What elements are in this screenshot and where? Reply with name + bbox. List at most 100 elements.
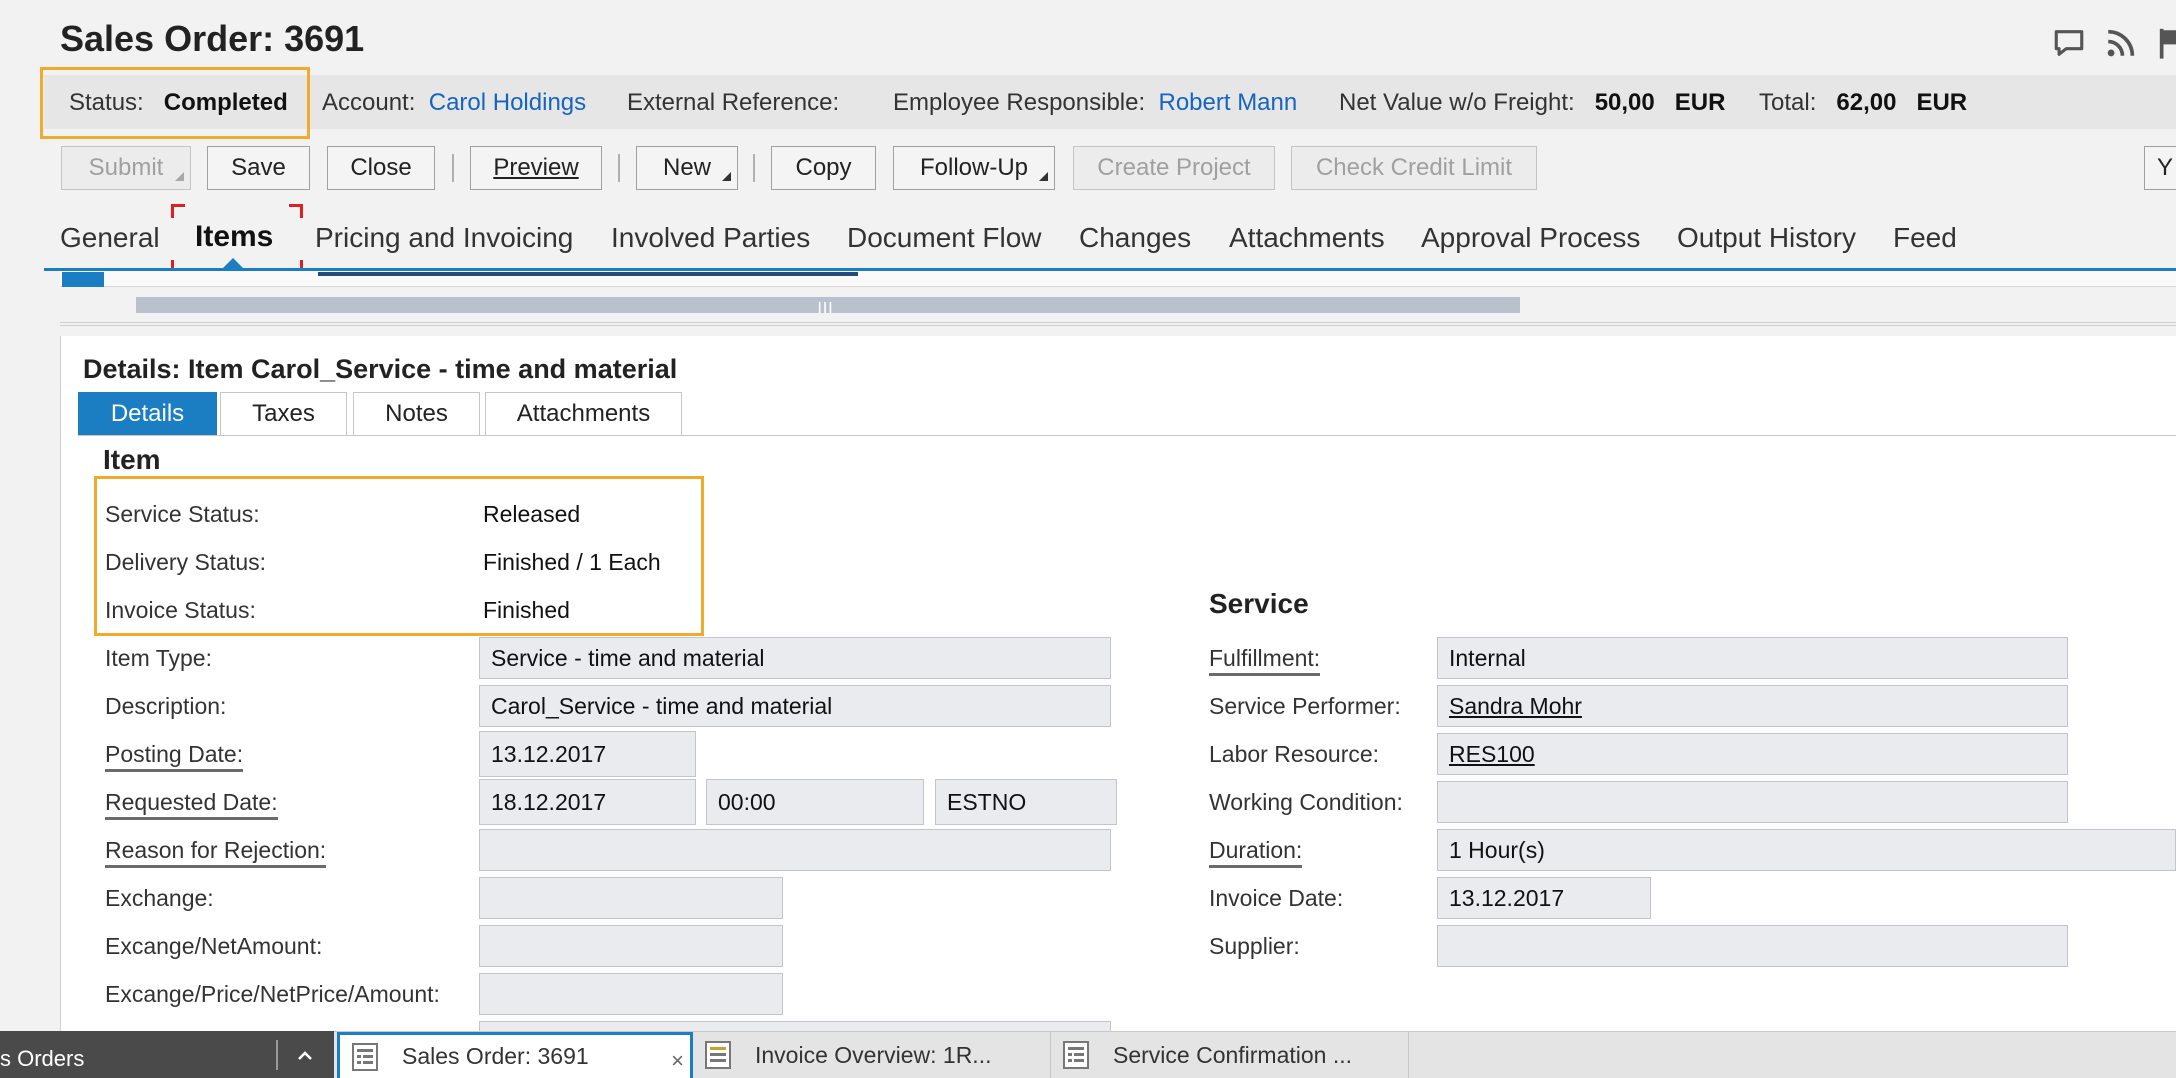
exchange-price-field[interactable] xyxy=(479,973,783,1015)
subtab-notes[interactable]: Notes xyxy=(353,392,480,436)
check-credit-limit-button[interactable]: Check Credit Limit xyxy=(1291,146,1537,190)
details-title: Details: Item Carol_Service - time and m… xyxy=(83,354,678,384)
comment-icon[interactable] xyxy=(2052,26,2086,60)
rejection-reason-label[interactable]: Reason for Rejection: xyxy=(105,837,327,868)
marker-corner xyxy=(289,204,303,218)
item-type-value: Service - time and material xyxy=(491,644,765,671)
document-icon xyxy=(705,1041,731,1069)
total-amount: 62,00 xyxy=(1836,89,1897,116)
account-field: Account: Carol Holdings xyxy=(322,89,586,117)
subtab-underline xyxy=(78,435,2176,436)
description-field[interactable]: Carol_Service - time and material xyxy=(479,685,1111,727)
tab-attachments[interactable]: Attachments xyxy=(1229,222,1385,254)
toolbar-separator xyxy=(753,154,755,182)
preview-button[interactable]: Preview xyxy=(470,146,602,190)
scrollbar-grip-icon[interactable]: ||| xyxy=(818,300,834,314)
duration-field[interactable]: 1 Hour(s) xyxy=(1437,829,2176,871)
document-icon xyxy=(1063,1041,1089,1069)
requested-timezone-field[interactable]: ESTNO xyxy=(935,779,1117,825)
taskbar-tab-invoice-overview[interactable]: Invoice Overview: 1R... xyxy=(693,1032,1051,1078)
posting-date-label[interactable]: Posting Date: xyxy=(105,741,244,772)
new-button[interactable]: New xyxy=(636,146,738,190)
tab-output-history[interactable]: Output History xyxy=(1677,222,1856,254)
save-label: Save xyxy=(231,154,286,181)
employee-link[interactable]: Robert Mann xyxy=(1158,89,1297,116)
tab-document-flow[interactable]: Document Flow xyxy=(847,222,1042,254)
taskbar-home-label[interactable]: s Orders xyxy=(0,1046,84,1072)
create-project-button[interactable]: Create Project xyxy=(1073,146,1275,190)
net-value-field: Net Value w/o Freight: 50,00 EUR xyxy=(1339,89,1725,117)
employee-label: Employee Responsible: xyxy=(893,89,1146,116)
submit-button[interactable]: Submit xyxy=(61,146,191,190)
status-highlight-box xyxy=(40,67,310,139)
tab-feed[interactable]: Feed xyxy=(1893,222,1957,254)
requested-date-label[interactable]: Requested Date: xyxy=(105,789,278,820)
flag-icon[interactable] xyxy=(2156,26,2176,60)
tab-general[interactable]: General xyxy=(60,222,160,254)
exchange-net-amount-field[interactable] xyxy=(479,925,783,967)
page-title: Sales Order: 3691 xyxy=(60,18,365,59)
toolbar-separator xyxy=(618,154,620,182)
labor-resource-label: Labor Resource: xyxy=(1209,741,1380,767)
close-button[interactable]: Close xyxy=(327,146,435,190)
active-tab-caret-icon xyxy=(222,258,244,269)
new-label: New xyxy=(662,154,711,181)
service-performer-link[interactable]: Sandra Mohr xyxy=(1449,693,1582,720)
subtab-details[interactable]: Details xyxy=(78,392,217,436)
tab-pricing-and-invoicing[interactable]: Pricing and Invoicing xyxy=(315,222,573,254)
submit-dropdown-icon xyxy=(175,172,184,181)
external-reference-field: External Reference: xyxy=(627,89,839,117)
rss-icon[interactable] xyxy=(2104,26,2138,60)
supplier-label: Supplier: xyxy=(1209,933,1300,959)
description-label: Description: xyxy=(105,693,227,719)
fulfillment-label[interactable]: Fulfillment: xyxy=(1209,645,1321,676)
close-icon[interactable]: × xyxy=(671,1048,684,1074)
posting-date-value: 13.12.2017 xyxy=(491,740,607,767)
requested-date-field[interactable]: 18.12.2017 xyxy=(479,779,696,825)
marker-corner xyxy=(171,204,185,218)
selected-row-indicator xyxy=(318,272,858,276)
follow-up-button[interactable]: Follow-Up xyxy=(893,146,1055,190)
save-button[interactable]: Save xyxy=(207,146,310,190)
posting-date-field[interactable]: 13.12.2017 xyxy=(479,731,696,777)
item-type-field[interactable]: Service - time and material xyxy=(479,637,1111,679)
overflow-button[interactable]: Y xyxy=(2144,146,2176,190)
taskbar-tab-service-confirmation[interactable]: Service Confirmation ... xyxy=(1051,1032,1409,1078)
account-label: Account: xyxy=(322,89,416,116)
preview-label: Preview xyxy=(493,154,579,181)
tab-changes[interactable]: Changes xyxy=(1079,222,1191,254)
service-section-heading: Service xyxy=(1209,588,1309,619)
total-field: Total: 62,00 EUR xyxy=(1759,89,1967,117)
taskbar-tab-label: Invoice Overview: 1R... xyxy=(755,1041,992,1068)
exchange-price-label: Excange/Price/NetPrice/Amount: xyxy=(105,981,440,1007)
supplier-field[interactable] xyxy=(1437,925,2068,967)
status-block-highlight-box xyxy=(94,476,704,636)
tab-approval-process[interactable]: Approval Process xyxy=(1421,222,1640,254)
service-performer-field[interactable]: Sandra Mohr xyxy=(1437,685,2068,727)
labor-resource-link[interactable]: RES100 xyxy=(1449,741,1535,768)
requested-time-field[interactable]: 00:00 xyxy=(706,779,924,825)
subtab-attachments[interactable]: Attachments xyxy=(485,392,682,436)
working-condition-field[interactable] xyxy=(1437,781,2068,823)
tab-involved-parties[interactable]: Involved Parties xyxy=(611,222,810,254)
rejection-reason-field[interactable] xyxy=(479,829,1111,871)
taskbar-tab-label: Sales Order: 3691 xyxy=(402,1043,589,1069)
subtab-taxes[interactable]: Taxes xyxy=(220,392,347,436)
fulfillment-value: Internal xyxy=(1449,644,1526,671)
fulfillment-field[interactable]: Internal xyxy=(1437,637,2068,679)
row-selector[interactable] xyxy=(62,272,104,287)
check-credit-limit-label: Check Credit Limit xyxy=(1315,154,1513,181)
taskbar-tab-sales-order[interactable]: Sales Order: 3691 × xyxy=(337,1032,693,1078)
copy-button[interactable]: Copy xyxy=(771,146,876,190)
requested-timezone-value: ESTNO xyxy=(947,788,1027,815)
total-currency: EUR xyxy=(1916,89,1968,116)
exchange-field[interactable] xyxy=(479,877,783,919)
labor-resource-field[interactable]: RES100 xyxy=(1437,733,2068,775)
chevron-up-icon[interactable] xyxy=(296,1046,314,1064)
toolbar-separator xyxy=(452,154,454,182)
invoice-date-field[interactable]: 13.12.2017 xyxy=(1437,877,1651,919)
account-link[interactable]: Carol Holdings xyxy=(429,89,586,116)
description-value: Carol_Service - time and material xyxy=(491,692,833,719)
total-label: Total: xyxy=(1759,89,1817,116)
duration-label[interactable]: Duration: xyxy=(1209,837,1303,868)
